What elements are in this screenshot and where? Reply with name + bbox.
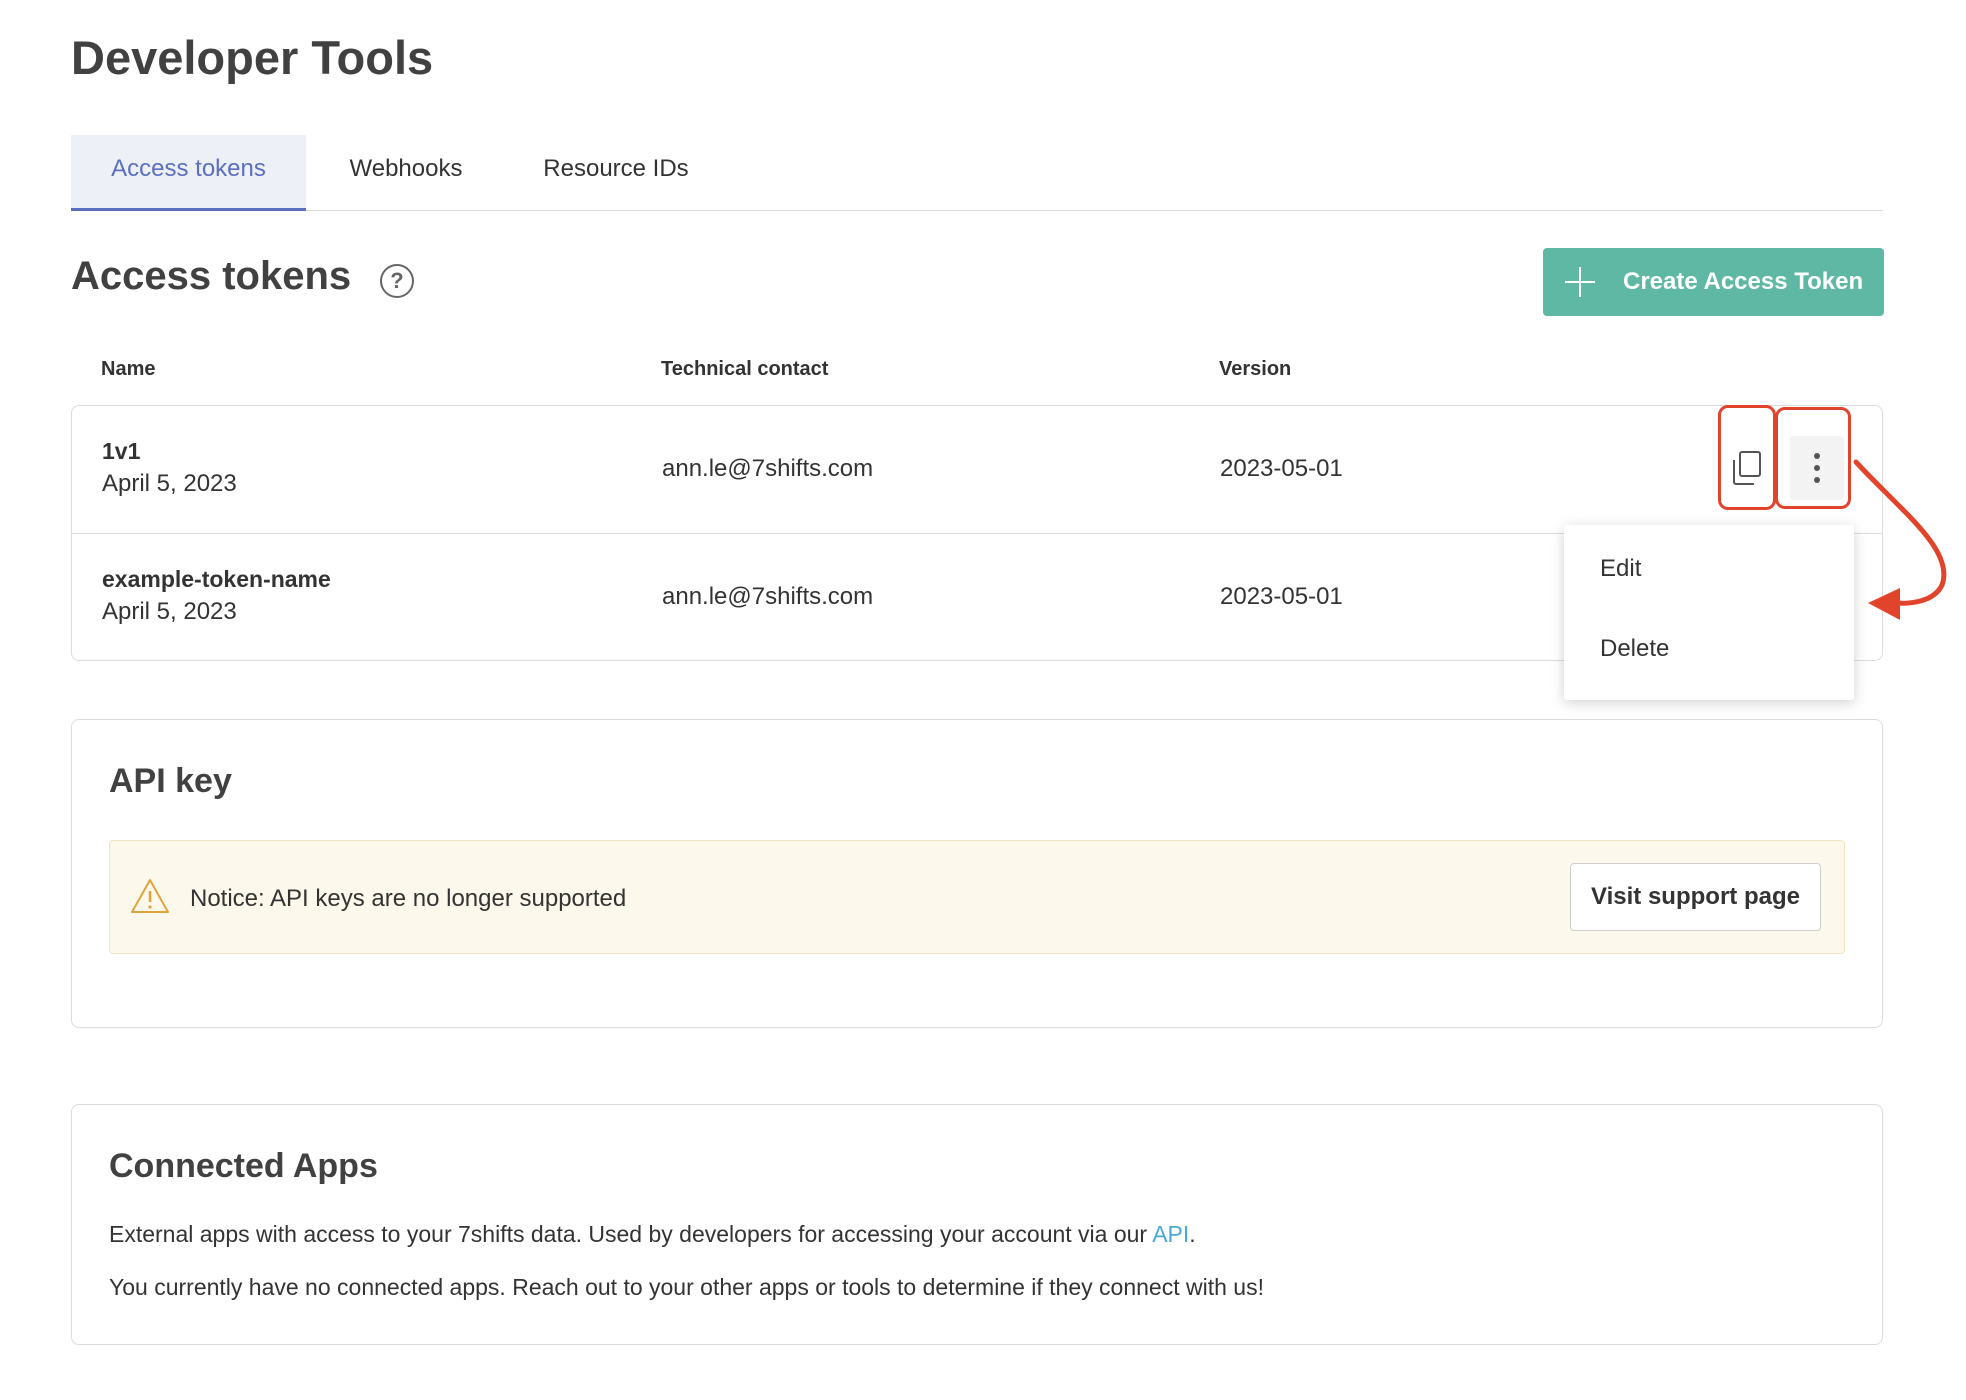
question-circle-icon[interactable]: ? bbox=[380, 264, 414, 298]
warning-triangle-icon bbox=[131, 879, 169, 913]
api-key-title: API key bbox=[109, 762, 232, 800]
tab-bar: Access tokens Webhooks Resource IDs bbox=[71, 135, 1883, 211]
tab-webhooks[interactable]: Webhooks bbox=[306, 135, 506, 211]
api-key-notice: Notice: API keys are no longer supported… bbox=[109, 840, 1845, 954]
token-name: 1v1 bbox=[102, 438, 141, 464]
connected-apps-empty-text: You currently have no connected apps. Re… bbox=[109, 1274, 1264, 1300]
plus-icon bbox=[1565, 267, 1595, 297]
page-title: Developer Tools bbox=[71, 31, 434, 84]
token-contact: ann.le@7shifts.com bbox=[662, 455, 874, 482]
column-header-technical-contact: Technical contact bbox=[661, 358, 829, 380]
token-name: example-token-name bbox=[102, 566, 331, 592]
tab-resource-ids[interactable]: Resource IDs bbox=[506, 135, 726, 211]
column-header-name: Name bbox=[101, 358, 156, 380]
token-contact: ann.le@7shifts.com bbox=[662, 583, 874, 610]
menu-item-edit[interactable]: Edit bbox=[1600, 555, 1641, 583]
notice-text: Notice: API keys are no longer supported bbox=[190, 885, 627, 912]
copy-icon bbox=[1733, 451, 1761, 485]
row-actions-menu: Edit Delete bbox=[1564, 525, 1854, 700]
visit-support-page-button[interactable]: Visit support page bbox=[1570, 863, 1821, 931]
token-version: 2023-05-01 bbox=[1220, 455, 1343, 482]
column-header-version: Version bbox=[1219, 358, 1292, 380]
token-date: April 5, 2023 bbox=[102, 470, 237, 497]
token-version: 2023-05-01 bbox=[1220, 583, 1343, 610]
api-link[interactable]: API bbox=[1152, 1221, 1189, 1247]
access-tokens-title: Access tokens bbox=[71, 254, 352, 298]
api-key-card: API key Notice: API keys are no longer s… bbox=[71, 719, 1883, 1028]
connected-apps-title: Connected Apps bbox=[109, 1147, 378, 1185]
tab-access-tokens[interactable]: Access tokens bbox=[71, 135, 306, 211]
copy-button[interactable] bbox=[1722, 436, 1774, 500]
connected-apps-card: Connected Apps External apps with access… bbox=[71, 1104, 1883, 1345]
table-row: 1v1 April 5, 2023 ann.le@7shifts.com 202… bbox=[72, 406, 1882, 533]
create-access-token-label: Create Access Token bbox=[1623, 268, 1864, 295]
menu-item-delete[interactable]: Delete bbox=[1600, 635, 1669, 663]
connected-apps-description: External apps with access to your 7shift… bbox=[109, 1221, 1196, 1247]
create-access-token-button[interactable]: Create Access Token bbox=[1543, 248, 1884, 316]
token-date: April 5, 2023 bbox=[102, 598, 237, 625]
